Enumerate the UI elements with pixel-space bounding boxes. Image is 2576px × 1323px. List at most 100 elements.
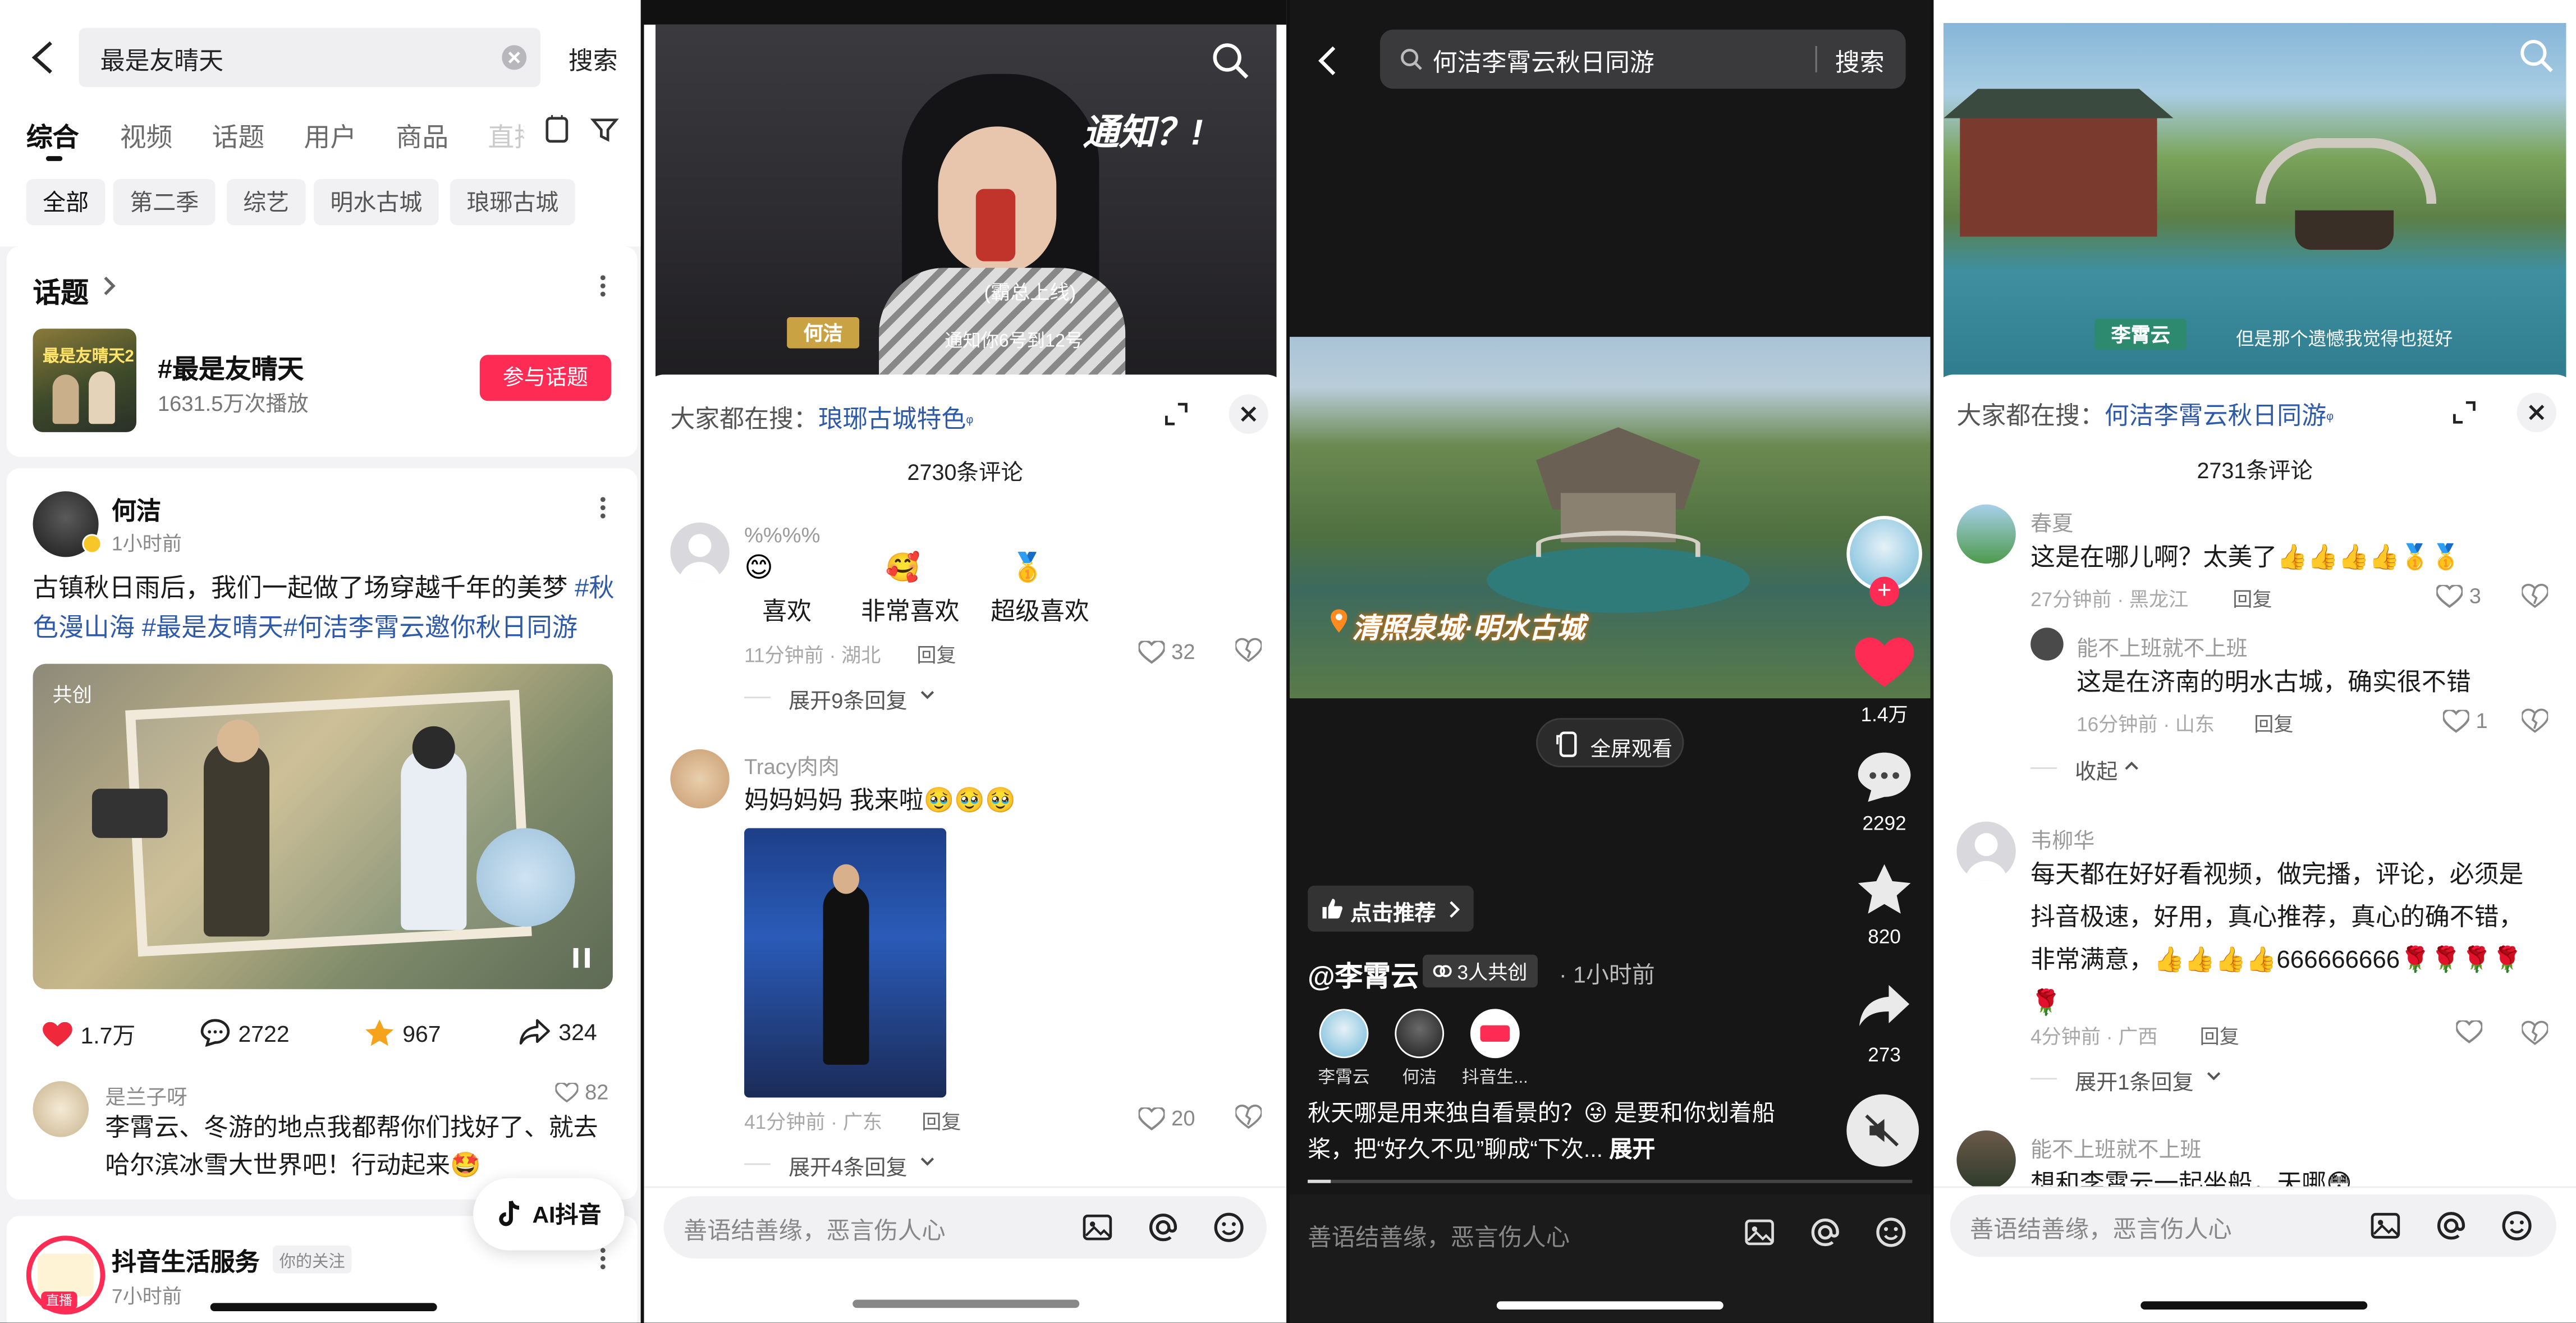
post-likes[interactable]: 1.7万 bbox=[43, 1019, 135, 1052]
expand-replies[interactable]: 展开9条回复 bbox=[789, 684, 907, 715]
search-button[interactable]: 搜索 bbox=[569, 43, 618, 77]
expand-icon[interactable] bbox=[1163, 401, 1190, 427]
commenter-avatar[interactable] bbox=[1956, 504, 2016, 564]
star-icon[interactable] bbox=[1857, 863, 1913, 915]
mention-icon[interactable] bbox=[2435, 1209, 2468, 1242]
more-icon[interactable] bbox=[598, 495, 608, 521]
back-arrow-icon[interactable] bbox=[1316, 44, 1339, 77]
recommend-button[interactable]: 点击推荐 bbox=[1308, 885, 1474, 932]
broken-heart-icon[interactable] bbox=[1235, 638, 1262, 664]
commenter-name[interactable]: 韦柳华 bbox=[2030, 823, 2094, 855]
tab-user[interactable]: 用户 bbox=[304, 115, 357, 154]
collapse-replies[interactable]: 收起 bbox=[2075, 754, 2117, 786]
cocreate-badge[interactable]: 3人共创 bbox=[1423, 954, 1538, 988]
heart-icon[interactable] bbox=[1854, 637, 1914, 690]
topic-poster-image[interactable]: 最是友晴天2 bbox=[33, 328, 136, 432]
search-button[interactable]: 搜索 bbox=[1835, 44, 1885, 79]
broken-heart-icon[interactable] bbox=[2522, 583, 2549, 610]
more-icon[interactable] bbox=[598, 273, 608, 299]
tab-general[interactable]: 综合 bbox=[26, 115, 79, 154]
reply-button[interactable]: 回复 bbox=[2233, 585, 2272, 613]
commenter-avatar[interactable] bbox=[670, 522, 730, 582]
comment-like[interactable]: 1 bbox=[2442, 708, 2488, 733]
search-hint-link[interactable]: 琅琊古城特色 bbox=[818, 406, 966, 434]
commenter-name[interactable]: %%%% bbox=[744, 523, 820, 547]
expand-replies[interactable]: 展开4条回复 bbox=[789, 1150, 907, 1182]
reply-button[interactable]: 回复 bbox=[2254, 710, 2293, 738]
clear-icon[interactable] bbox=[501, 44, 528, 71]
ai-douyin-button[interactable]: AI抖音 bbox=[473, 1178, 625, 1251]
commenter-avatar[interactable] bbox=[1956, 1130, 2016, 1190]
comment-icon[interactable] bbox=[1855, 749, 1914, 805]
chip-all[interactable]: 全部 bbox=[26, 179, 106, 226]
tab-topic[interactable]: 话题 bbox=[212, 115, 265, 154]
chip-langya[interactable]: 琅琊古城 bbox=[450, 179, 575, 226]
video-player[interactable]: 通知？! (霸总上线) 何洁 通知你6号到12号 bbox=[655, 24, 1277, 378]
post-stars[interactable]: 967 bbox=[365, 1019, 441, 1047]
close-button[interactable] bbox=[2517, 392, 2556, 432]
filter-icon[interactable] bbox=[590, 115, 620, 145]
video-frame[interactable]: 清照泉城·明水古城 bbox=[1289, 337, 1931, 699]
commenter-name[interactable]: 能不上班就不上班 bbox=[2030, 1132, 2201, 1164]
search-hint-link[interactable]: 何洁李霄云秋日同游 bbox=[2105, 402, 2326, 431]
search-icon[interactable] bbox=[1211, 41, 1250, 80]
search-input[interactable]: 最是友晴天 bbox=[79, 28, 541, 88]
reply-button[interactable]: 回复 bbox=[916, 641, 956, 669]
progress-track[interactable] bbox=[1308, 1179, 1913, 1183]
emoji-icon[interactable] bbox=[2500, 1209, 2533, 1242]
chip-season2[interactable]: 第二季 bbox=[113, 179, 216, 226]
search-input[interactable]: 何洁李霄云秋日同游 搜索 bbox=[1379, 29, 1906, 89]
more-icon[interactable] bbox=[598, 1246, 608, 1272]
follow-plus-icon[interactable]: + bbox=[1869, 576, 1899, 607]
comment-like[interactable]: 32 bbox=[1138, 639, 1195, 664]
commenter-avatar[interactable] bbox=[1956, 821, 2016, 881]
account-name[interactable]: 抖音生活服务 bbox=[112, 1244, 260, 1278]
reply-button[interactable]: 回复 bbox=[2200, 1022, 2239, 1050]
chip-mingshui[interactable]: 明水古城 bbox=[314, 179, 439, 226]
commenter-avatar[interactable] bbox=[2030, 628, 2064, 661]
comment-like[interactable]: 82 bbox=[555, 1079, 608, 1104]
layout-toggle-icon[interactable] bbox=[542, 115, 572, 145]
comment-image[interactable] bbox=[744, 828, 947, 1098]
hashtag-link[interactable]: #何洁李霄云邀你秋日同游 bbox=[283, 615, 577, 643]
expand-replies[interactable]: 展开1条回复 bbox=[2075, 1065, 2193, 1096]
tab-live[interactable]: 直播 bbox=[488, 115, 524, 154]
comment-input-placeholder[interactable]: 善语结善缘，恶言伤人心 bbox=[1308, 1219, 1570, 1253]
comment-like[interactable]: 3 bbox=[2436, 583, 2481, 608]
topic-title[interactable]: #最是友晴天 bbox=[158, 347, 304, 386]
fullscreen-button[interactable]: 全屏观看 bbox=[1536, 718, 1684, 768]
reply-button[interactable]: 回复 bbox=[922, 1107, 961, 1136]
commenter-name[interactable]: 能不上班就不上班 bbox=[2077, 631, 2247, 662]
commenter-avatar[interactable] bbox=[33, 1081, 89, 1137]
video-player[interactable]: 李霄云 但是那个遗憾我觉得也挺好 bbox=[1943, 22, 2566, 378]
mute-button[interactable] bbox=[1846, 1094, 1919, 1167]
mention-icon[interactable] bbox=[1809, 1216, 1842, 1249]
post-comments[interactable]: 2722 bbox=[200, 1019, 290, 1047]
join-topic-button[interactable]: 参与话题 bbox=[479, 355, 611, 401]
creator-avatar[interactable] bbox=[1470, 1009, 1520, 1059]
chip-variety[interactable]: 综艺 bbox=[226, 179, 306, 226]
comment-like[interactable]: 20 bbox=[1138, 1106, 1195, 1130]
mention-icon[interactable] bbox=[1147, 1211, 1180, 1244]
creator-name[interactable]: 抖音生... bbox=[1451, 1065, 1539, 1089]
commenter-name[interactable]: Tracy肉肉 bbox=[744, 749, 840, 781]
commenter-name[interactable]: 春夏 bbox=[2030, 506, 2073, 538]
heart-outline-icon[interactable] bbox=[2456, 1020, 2483, 1043]
back-arrow-icon[interactable] bbox=[30, 39, 56, 75]
broken-heart-icon[interactable] bbox=[1235, 1104, 1262, 1130]
image-icon[interactable] bbox=[1081, 1211, 1114, 1244]
commenter-name[interactable]: 是兰子呀 bbox=[105, 1079, 187, 1111]
caption-expand[interactable]: 展开 bbox=[1609, 1136, 1655, 1162]
post-shares[interactable]: 324 bbox=[519, 1019, 597, 1045]
creator-avatar[interactable] bbox=[1319, 1009, 1369, 1059]
creator-avatar[interactable] bbox=[1395, 1009, 1445, 1059]
comment-input[interactable]: 善语结善缘，恶言伤人心 bbox=[663, 1196, 1267, 1259]
tab-video[interactable]: 视频 bbox=[120, 115, 173, 154]
chevron-right-icon[interactable] bbox=[100, 274, 117, 297]
emoji-icon[interactable] bbox=[1874, 1216, 1908, 1249]
expand-icon[interactable] bbox=[2451, 399, 2478, 425]
author-name[interactable]: 何洁 bbox=[112, 493, 161, 527]
pause-icon[interactable] bbox=[572, 946, 592, 969]
image-icon[interactable] bbox=[1743, 1216, 1776, 1249]
comment-input[interactable]: 善语结善缘，恶言伤人心 bbox=[1950, 1194, 2556, 1257]
